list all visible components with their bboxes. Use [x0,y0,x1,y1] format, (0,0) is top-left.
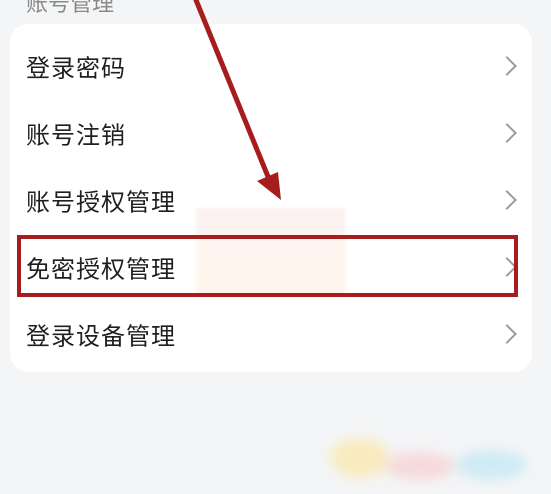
menu-item-login-devices[interactable]: 登录设备管理 [10,300,532,367]
menu-item-login-password[interactable]: 登录密码 [10,32,532,99]
account-settings-card: 登录密码 账号注销 账号授权管理 免密授权管理 登录设备管理 [10,24,532,372]
menu-item-label: 登录密码 [26,54,126,82]
chevron-right-icon [497,122,517,143]
watermark-logo [385,452,455,480]
chevron-right-icon [497,323,517,344]
menu-item-label: 账号授权管理 [26,188,176,216]
watermark-logo [330,438,390,478]
annotation-highlight-box [17,235,518,297]
menu-item-label: 登录设备管理 [26,322,176,350]
menu-item-label: 账号注销 [26,121,126,149]
section-header: 账号管理 [26,0,115,17]
chevron-right-icon [497,189,517,210]
chevron-right-icon [497,55,517,76]
menu-item-account-cancellation[interactable]: 账号注销 [10,99,532,166]
watermark-logo [455,450,527,480]
